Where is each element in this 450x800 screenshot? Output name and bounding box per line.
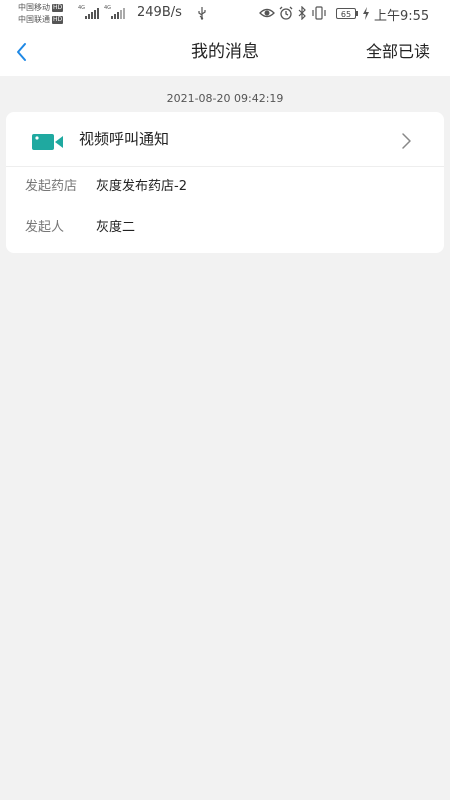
charging-icon bbox=[363, 7, 369, 20]
network-speed: 249B/s bbox=[137, 5, 182, 20]
battery-level: 65 bbox=[336, 8, 356, 19]
hd-badge-2: HD bbox=[52, 15, 64, 24]
battery-cap bbox=[356, 11, 358, 16]
message-card-header[interactable]: 视频呼叫通知 bbox=[6, 112, 444, 166]
chevron-left-icon bbox=[17, 43, 26, 61]
carrier-2-label: 中国联通 bbox=[18, 15, 50, 24]
message-card: 视频呼叫通知 发起药店 灰度发布药店-2 发起人 灰度二 bbox=[6, 112, 444, 253]
hd-badge-1: HD bbox=[52, 3, 64, 12]
status-bar: 中国移动 HD 中国联通 HD 4G 4G 249B/s 65 上午9:55 bbox=[0, 0, 450, 28]
card-divider bbox=[6, 166, 444, 167]
signal-bars-1-icon bbox=[85, 8, 99, 19]
carrier-info: 中国移动 HD 中国联通 HD bbox=[18, 2, 64, 26]
carrier-1-label: 中国移动 bbox=[18, 3, 50, 12]
pharmacy-value: 灰度发布药店-2 bbox=[96, 179, 187, 194]
message-timestamp: 2021-08-20 09:42:19 bbox=[166, 92, 284, 105]
signal-2-label: 4G bbox=[104, 5, 112, 11]
message-title: 视频呼叫通知 bbox=[79, 130, 170, 148]
initiator-label: 发起人 bbox=[25, 220, 65, 235]
status-time: 上午9:55 bbox=[374, 9, 430, 24]
signal-bars-2-icon bbox=[111, 8, 125, 19]
pharmacy-label: 发起药店 bbox=[25, 179, 78, 194]
usb-icon bbox=[198, 7, 206, 20]
mark-all-read-button[interactable]: 全部已读 bbox=[366, 40, 430, 64]
bluetooth-icon bbox=[298, 6, 306, 20]
initiator-value: 灰度二 bbox=[96, 220, 136, 235]
vibrate-icon bbox=[312, 6, 326, 20]
back-button[interactable] bbox=[10, 40, 34, 64]
signal-1-label: 4G bbox=[78, 5, 86, 11]
nav-bar: 我的消息 全部已读 bbox=[0, 28, 450, 76]
eye-icon bbox=[259, 8, 275, 18]
alarm-icon bbox=[279, 6, 293, 20]
chevron-right-icon bbox=[402, 133, 411, 149]
video-camera-icon bbox=[32, 134, 63, 150]
